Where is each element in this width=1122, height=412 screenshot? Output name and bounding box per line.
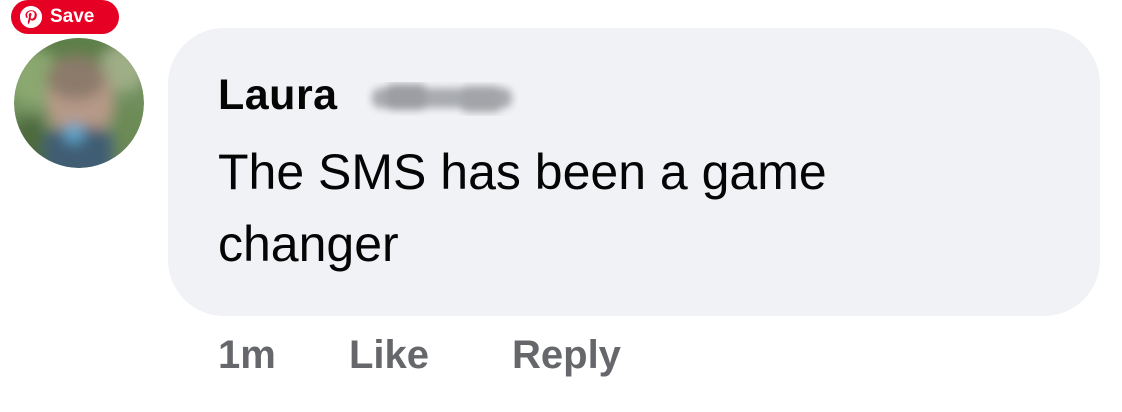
reply-button[interactable]: Reply (512, 330, 621, 380)
pinterest-save-button[interactable]: Save (11, 0, 119, 34)
comment-timestamp[interactable]: 1m (218, 330, 276, 380)
like-button[interactable]: Like (349, 330, 429, 380)
pinterest-icon (20, 6, 42, 28)
avatar[interactable] (14, 38, 144, 168)
comment-text: The SMS has been a game changer (218, 144, 827, 272)
redacted-surname (366, 82, 518, 116)
comment-screenshot: Save Laura The SMS has been a game chang… (0, 0, 1122, 412)
comment-author[interactable]: Laura (218, 68, 338, 122)
save-label: Save (50, 6, 95, 27)
